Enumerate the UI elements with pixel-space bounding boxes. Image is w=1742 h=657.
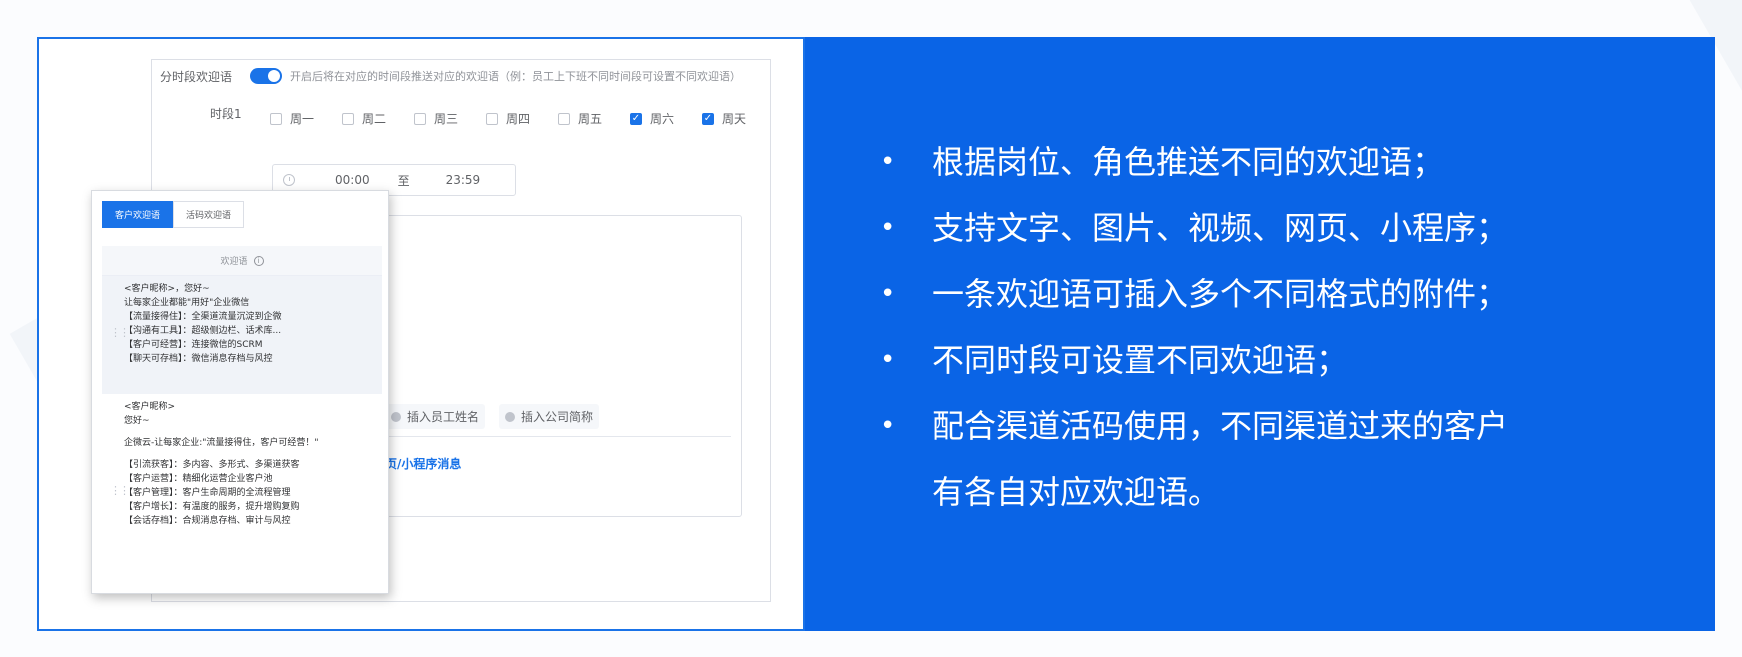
- day-label: 周一: [290, 112, 315, 126]
- message-lines: <客户昵称> 您好~ 企微云-让每家企业:"流量接得住，客户可经营！" 【引流获…: [124, 400, 319, 528]
- preview-header-label: 欢迎语: [220, 257, 248, 267]
- tab-customer-welcome[interactable]: 客户欢迎语: [102, 201, 174, 228]
- time-split-row: 分时段欢迎语 开启后将在对应的时间段推送对应的欢迎语（例：员工上下班不同时间段可…: [160, 66, 741, 86]
- message-line: 【客户运营】：精细化运营企业客户池: [124, 474, 273, 484]
- day-checkbox-fri[interactable]: 周五: [558, 110, 630, 127]
- day-label: 周二: [362, 112, 387, 126]
- weekday-checkboxes: 周一 周二 周三 周四 周五 ✓ 周六 ✓ 周天: [270, 110, 774, 127]
- slot-label: 时段1: [210, 107, 242, 121]
- feature-text: 配合渠道活码使用，不同渠道过来的客户 有各自对应欢迎语。: [932, 407, 1509, 511]
- feature-item: • 一条欢迎语可插入多个不同格式的附件；: [880, 261, 1508, 327]
- day-label: 周天: [722, 112, 747, 126]
- bullet-icon: •: [880, 345, 896, 375]
- insert-staff-name-button[interactable]: 插入员工姓名: [385, 404, 486, 429]
- day-label: 周五: [578, 112, 603, 126]
- time-end[interactable]: 23:59: [446, 173, 481, 187]
- screenshot-frame: 分时段欢迎语 开启后将在对应的时间段推送对应的欢迎语（例：员工上下班不同时间段可…: [37, 37, 805, 631]
- message-line: 企微云-让每家企业:"流量接得住，客户可经营！": [124, 438, 319, 448]
- plus-circle-icon: [505, 411, 516, 422]
- feature-text: 一条欢迎语可插入多个不同格式的附件；: [932, 275, 1509, 313]
- message-line: <客户昵称>，您好~: [124, 284, 210, 294]
- time-split-toggle[interactable]: [250, 68, 282, 84]
- day-label: 周四: [506, 112, 531, 126]
- checkbox-checked[interactable]: ✓: [630, 112, 642, 125]
- message-line: 【客户管理】：客户生命周期的全流程管理: [124, 488, 291, 498]
- day-checkbox-mon[interactable]: 周一: [270, 110, 342, 127]
- info-icon[interactable]: i: [253, 255, 264, 266]
- time-split-label: 分时段欢迎语: [160, 69, 233, 84]
- welcome-preview-card: 客户欢迎语 活码欢迎语 欢迎语 i ⋮⋮ <客户昵称>，您好~ 让每家企业都能"…: [91, 190, 389, 594]
- bullet-icon: •: [880, 411, 896, 441]
- add-miniapp-message-link[interactable]: 页/小程序消息: [385, 455, 461, 472]
- time-split-hint: 开启后将在对应的时间段推送对应的欢迎语（例：员工上下班不同时间段可设置不同欢迎语…: [290, 70, 741, 83]
- checkbox-checked[interactable]: ✓: [702, 112, 714, 125]
- message-line: 【客户可经营】：连接微信的SCRM: [124, 340, 263, 350]
- feature-list: • 根据岗位、角色推送不同的欢迎语； • 支持文字、图片、视频、网页、小程序； • 一…: [880, 129, 1508, 525]
- day-checkbox-tue[interactable]: 周二: [342, 110, 414, 127]
- feature-item: • 配合渠道活码使用，不同渠道过来的客户 有各自对应欢迎语。: [880, 393, 1508, 525]
- time-range-separator: 至: [397, 173, 410, 188]
- message-line: 您好~: [124, 416, 150, 426]
- insert-company-short-button[interactable]: 插入公司简称: [499, 404, 600, 429]
- feature-text: 不同时段可设置不同欢迎语；: [932, 341, 1349, 379]
- message-lines: <客户昵称>，您好~ 让每家企业都能"用好"企业微信 【流量接得住】：全渠道流量…: [124, 282, 282, 366]
- day-checkbox-sat[interactable]: ✓ 周六: [630, 110, 702, 127]
- feature-item: • 不同时段可设置不同欢迎语；: [880, 327, 1508, 393]
- insert-variable-row: 插入员工姓名 插入公司简称: [385, 404, 600, 429]
- bullet-icon: •: [880, 279, 896, 309]
- message-line: <客户昵称>: [124, 402, 176, 412]
- message-line: 【客户增长】：有温度的服务，提升增购复购: [124, 502, 300, 512]
- welcome-message-item[interactable]: ⋮⋮ <客户昵称> 您好~ 企微云-让每家企业:"流量接得住，客户可经营！" 【…: [102, 394, 382, 590]
- feature-panel: • 根据岗位、角色推送不同的欢迎语； • 支持文字、图片、视频、网页、小程序； • 一…: [805, 37, 1715, 631]
- message-line: 【引流获客】：多内容、多形式、多渠道获客: [124, 460, 300, 470]
- feature-item: • 根据岗位、角色推送不同的欢迎语；: [880, 129, 1508, 195]
- message-line: 【流量接得住】：全渠道流量沉淀到企微: [124, 312, 282, 322]
- clock-icon: [283, 174, 295, 186]
- preview-header: 欢迎语 i: [102, 246, 382, 276]
- plus-circle-icon: [391, 411, 401, 422]
- day-checkbox-thu[interactable]: 周四: [486, 110, 558, 127]
- checkbox[interactable]: [342, 112, 354, 125]
- checkbox[interactable]: [414, 112, 426, 125]
- welcome-message-item[interactable]: ⋮⋮ <客户昵称>，您好~ 让每家企业都能"用好"企业微信 【流量接得住】：全渠…: [102, 276, 382, 394]
- bullet-icon: •: [880, 147, 896, 177]
- preview-tabs: 客户欢迎语 活码欢迎语: [102, 201, 245, 228]
- day-label: 周三: [434, 112, 459, 126]
- checkbox[interactable]: [270, 112, 282, 125]
- feature-item: • 支持文字、图片、视频、网页、小程序；: [880, 195, 1508, 261]
- bullet-icon: •: [880, 213, 896, 243]
- message-line: 【聊天可存档】：微信消息存档与风控: [124, 354, 273, 364]
- checkbox[interactable]: [486, 112, 498, 125]
- message-line: 【沟通有工具】：超级侧边栏、话术库...: [124, 326, 282, 336]
- message-line: 让每家企业都能"用好"企业微信: [124, 298, 250, 308]
- time-start[interactable]: 00:00: [335, 173, 370, 187]
- tab-qrcode-welcome[interactable]: 活码欢迎语: [173, 201, 245, 228]
- checkbox[interactable]: [558, 112, 570, 125]
- divider: [385, 436, 731, 437]
- feature-text: 支持文字、图片、视频、网页、小程序；: [932, 209, 1509, 247]
- feature-text: 根据岗位、角色推送不同的欢迎语；: [932, 143, 1445, 181]
- day-checkbox-sun[interactable]: ✓ 周天: [702, 110, 774, 127]
- day-checkbox-wed[interactable]: 周三: [414, 110, 486, 127]
- chip-label: 插入员工姓名: [407, 410, 480, 424]
- day-label: 周六: [650, 112, 675, 126]
- message-line: 【会话存档】：合规消息存档、审计与风控: [124, 516, 291, 526]
- chip-label: 插入公司简称: [521, 410, 594, 424]
